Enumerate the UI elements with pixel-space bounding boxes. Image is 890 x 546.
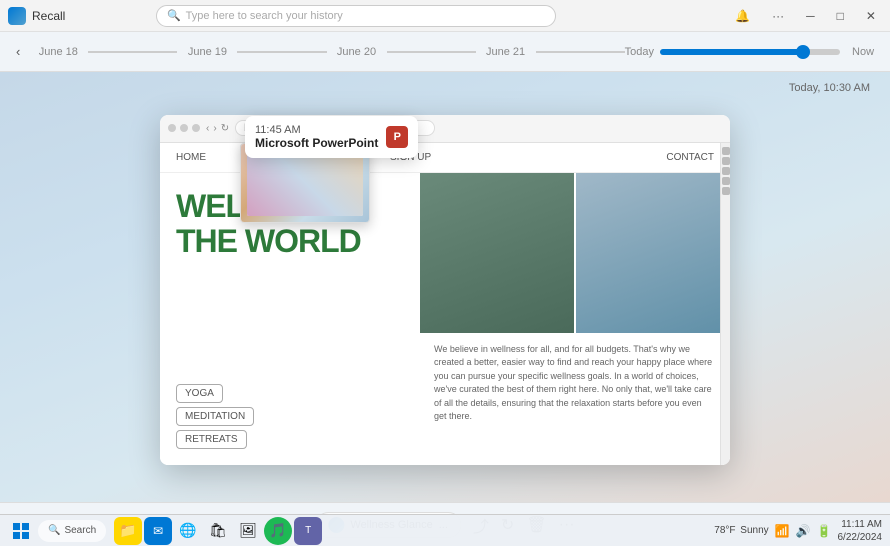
timeline-date-june21[interactable]: June 21 (476, 46, 536, 58)
recall-app-icon (8, 7, 26, 25)
app-tooltip: 11:45 AM Microsoft PowerPoint P (245, 116, 418, 158)
weather-condition: Sunny (740, 525, 768, 536)
maximize-button[interactable]: □ (831, 7, 850, 25)
taskbar-search-label: Search (64, 525, 96, 536)
clock-time: 11:11 AM (838, 518, 883, 531)
site-hero-right: We believe in wellness for all, and for … (420, 173, 730, 465)
site-hero-images (420, 173, 730, 333)
timeline-date-june20[interactable]: June 20 (327, 46, 387, 58)
taskbar-app-icons: 📁 ✉ 🌐 🛍 🖼 🎵 T (114, 517, 322, 545)
ppt-slide (247, 149, 362, 215)
browser-window: ‹ › ↻ https://wellnessglance.com (160, 115, 730, 465)
title-bar: Recall 🔍 Type here to search your histor… (0, 0, 890, 32)
timeline-segment (88, 51, 177, 53)
windows-taskbar: 🔍 Search 📁 ✉ 🌐 🛍 🖼 🎵 T 78°F Sunny 📶 🔊 🔋 … (0, 514, 890, 546)
hero-image-1 (420, 173, 574, 333)
notification-icon[interactable]: 🔔 (729, 7, 756, 25)
scroll-icon-2 (722, 157, 730, 165)
mail-icon[interactable]: ✉ (144, 517, 172, 545)
search-placeholder: Type here to search your history (186, 10, 343, 22)
scroll-icon-1 (722, 147, 730, 155)
temperature: 78°F (714, 525, 735, 536)
hero-image-2 (574, 173, 730, 333)
close-button[interactable]: ✕ (860, 7, 882, 25)
more-options-icon[interactable]: ··· (766, 7, 790, 25)
tag-retreats[interactable]: RETREATS (176, 430, 247, 449)
tooltip-info: 11:45 AM Microsoft PowerPoint (255, 124, 378, 150)
site-tags: YOGA MEDITATION RETREATS (176, 384, 404, 449)
recall-app: Recall 🔍 Type here to search your histor… (0, 0, 890, 546)
timeline-date-june18[interactable]: June 18 (28, 46, 88, 58)
browser-dot-1 (168, 124, 176, 132)
browser-nav: ‹ › ↻ (206, 123, 229, 134)
volume-icon[interactable]: 🔊 (796, 524, 811, 538)
wifi-icon[interactable]: 📶 (775, 524, 790, 538)
timeline-today-area: Today Now (625, 46, 874, 58)
timeline-segment (237, 51, 326, 53)
windows-logo-icon (13, 523, 29, 539)
file-explorer-icon[interactable]: 📁 (114, 517, 142, 545)
powerpoint-icon: P (386, 126, 408, 148)
timeline-today-label: Today (625, 46, 654, 58)
browser-scrollbar[interactable] (720, 143, 730, 465)
search-icon: 🔍 (167, 9, 181, 22)
taskbar-search-icon: 🔍 (48, 525, 60, 536)
title-bar-left: Recall (8, 7, 65, 25)
browser-dot-2 (180, 124, 188, 132)
timeline-progress-fill (660, 49, 800, 55)
browser-dot-3 (192, 124, 200, 132)
system-clock[interactable]: 11:11 AM 6/22/2024 (838, 518, 883, 544)
tooltip-app-name: Microsoft PowerPoint (255, 136, 378, 150)
session-timestamp: Today, 10:30 AM (789, 82, 870, 94)
windows-search[interactable]: 🔍 Search (38, 520, 106, 542)
timeline-segment (387, 51, 476, 53)
timeline-back-button[interactable]: ‹ (16, 44, 20, 59)
tooltip-time: 11:45 AM (255, 124, 378, 136)
forward-button[interactable]: › (213, 123, 216, 134)
scroll-icon-4 (722, 177, 730, 185)
back-button[interactable]: ‹ (206, 123, 209, 134)
title-bar-controls: 🔔 ··· ─ □ ✕ (729, 7, 882, 25)
edge-icon[interactable]: 🌐 (174, 517, 202, 545)
refresh-button[interactable]: ↻ (221, 123, 229, 134)
timeline-date-june19[interactable]: June 19 (177, 46, 237, 58)
ppt-slide-content (247, 149, 362, 215)
clock-date: 6/22/2024 (838, 531, 883, 544)
nav-home[interactable]: HOME (176, 152, 206, 163)
timeline-bar: ‹ June 18 June 19 June 20 June 21 Today … (0, 32, 890, 72)
battery-icon[interactable]: 🔋 (817, 524, 832, 538)
timeline-now-label: Now (852, 46, 874, 58)
timeline-progress-bar[interactable] (660, 49, 840, 55)
hero-title-line2: THE WORLD (176, 224, 404, 259)
history-search-bar[interactable]: 🔍 Type here to search your history (156, 5, 556, 27)
teams-icon[interactable]: T (294, 517, 322, 545)
spotify-icon[interactable]: 🎵 (264, 517, 292, 545)
system-tray: 78°F Sunny 📶 🔊 🔋 11:11 AM 6/22/2024 (714, 518, 882, 544)
nav-contact[interactable]: CONTACT (666, 152, 714, 163)
main-content: 11:45 AM Microsoft PowerPoint P ‹ › ↻ (0, 72, 890, 502)
timeline-segment (536, 51, 625, 53)
tag-yoga[interactable]: YOGA (176, 384, 223, 403)
scroll-icon-3 (722, 167, 730, 175)
minimize-button[interactable]: ─ (800, 7, 821, 25)
start-button[interactable] (8, 518, 34, 544)
site-description: We believe in wellness for all, and for … (420, 333, 730, 434)
scroll-icon-5 (722, 187, 730, 195)
tag-meditation[interactable]: MEDITATION (176, 407, 254, 426)
store-icon[interactable]: 🛍 (204, 517, 232, 545)
browser-dots (168, 124, 200, 132)
app-title: Recall (32, 9, 65, 23)
photos-icon[interactable]: 🖼 (234, 517, 262, 545)
weather-info: 78°F Sunny (714, 525, 768, 536)
timeline-scrubber[interactable] (796, 45, 810, 59)
